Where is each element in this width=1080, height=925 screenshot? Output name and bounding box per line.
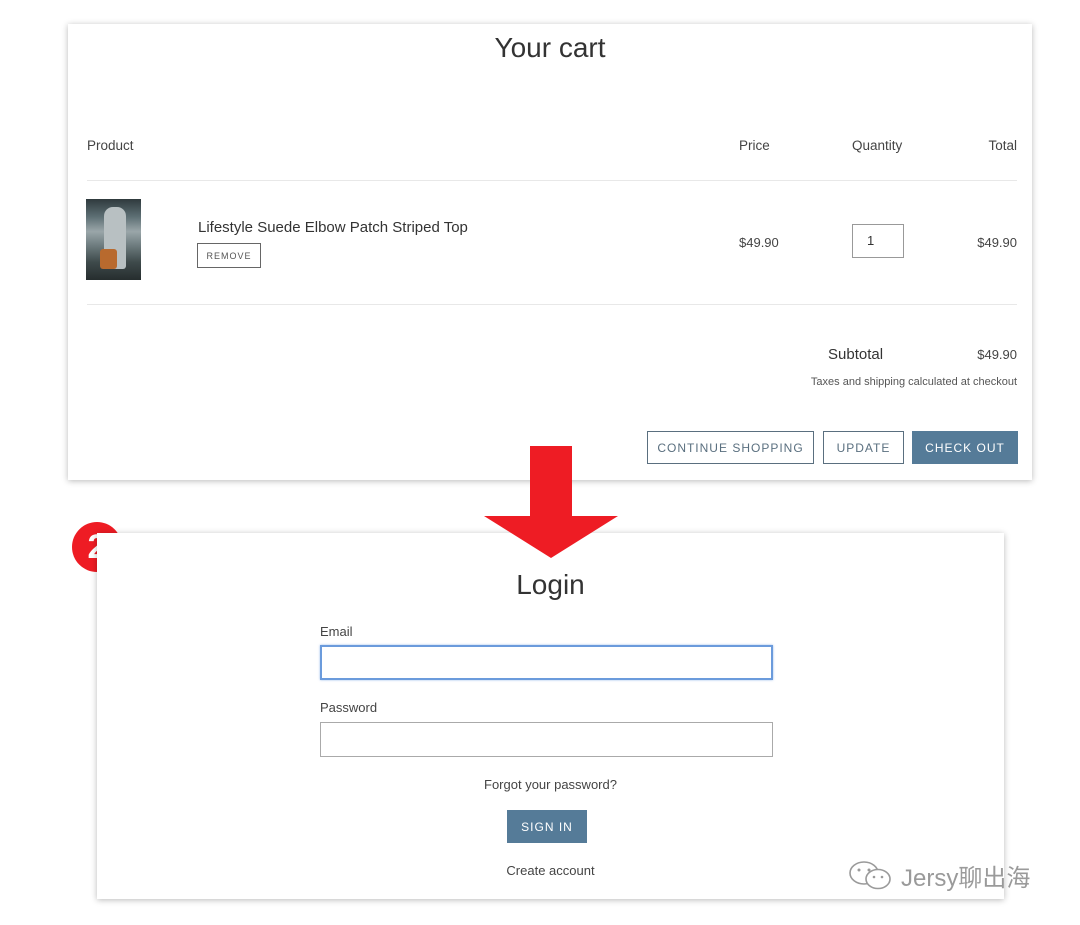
item-total: $49.90 bbox=[977, 235, 1017, 250]
update-button[interactable]: UPDATE bbox=[823, 431, 904, 464]
down-arrow-icon bbox=[484, 446, 618, 558]
item-price: $49.90 bbox=[739, 235, 779, 250]
watermark: Jersy聊出海 bbox=[847, 858, 1030, 893]
cart-title: Your cart bbox=[494, 32, 606, 63]
header-divider bbox=[87, 180, 1017, 181]
login-panel: Login Email Password Forgot your passwor… bbox=[97, 533, 1004, 899]
password-field[interactable] bbox=[320, 722, 773, 757]
header-total: Total bbox=[988, 138, 1017, 153]
checkout-button[interactable]: CHECK OUT bbox=[912, 431, 1018, 464]
product-thumbnail[interactable] bbox=[86, 199, 141, 280]
continue-shopping-button[interactable]: CONTINUE SHOPPING bbox=[647, 431, 814, 464]
email-field[interactable] bbox=[320, 645, 773, 680]
tax-note: Taxes and shipping calculated at checkou… bbox=[810, 376, 1017, 388]
watermark-text: Jersy聊出海 bbox=[901, 865, 1031, 892]
password-label: Password bbox=[320, 700, 378, 715]
subtotal-label: Subtotal bbox=[828, 346, 884, 363]
forgot-password-link[interactable]: Forgot your password? bbox=[97, 777, 1004, 792]
quantity-input[interactable]: 1 bbox=[852, 224, 904, 258]
header-price: Price bbox=[739, 138, 770, 153]
item-divider bbox=[87, 304, 1017, 305]
cart-panel: Your cart Product Price Quantity Total L… bbox=[68, 24, 1032, 480]
email-label: Email bbox=[320, 624, 353, 639]
remove-button[interactable]: REMOVE bbox=[197, 243, 261, 268]
header-product: Product bbox=[87, 138, 134, 153]
sign-in-button[interactable]: SIGN IN bbox=[507, 810, 587, 843]
login-title: Login bbox=[516, 569, 585, 600]
product-name[interactable]: Lifestyle Suede Elbow Patch Striped Top bbox=[198, 219, 468, 236]
wechat-icon bbox=[849, 860, 891, 889]
subtotal-value: $49.90 bbox=[977, 347, 1017, 362]
header-quantity: Quantity bbox=[852, 138, 903, 153]
